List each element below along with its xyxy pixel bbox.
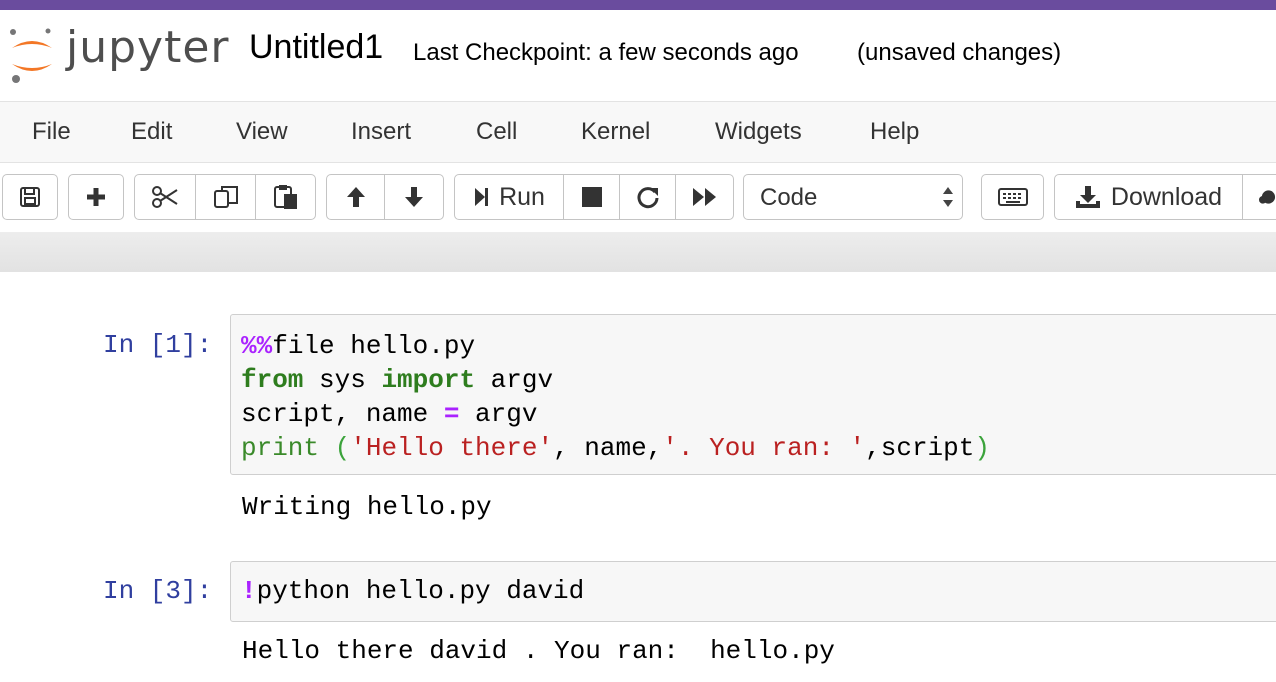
restart-run-all-button[interactable] bbox=[675, 174, 734, 220]
cell-type-select[interactable]: Code bbox=[743, 174, 963, 220]
code-text: python hello.py david bbox=[256, 576, 585, 606]
menu-edit[interactable]: Edit bbox=[131, 118, 172, 146]
move-up-button[interactable] bbox=[326, 174, 385, 220]
save-button[interactable] bbox=[2, 174, 58, 220]
string-token: 'Hello there' bbox=[350, 433, 554, 463]
code-text: script, name bbox=[241, 399, 444, 429]
run-button[interactable]: Run bbox=[454, 174, 564, 220]
run-label: Run bbox=[499, 182, 545, 211]
select-arrows-icon bbox=[943, 187, 953, 207]
operator-token: = bbox=[443, 399, 460, 429]
cloud-button[interactable] bbox=[1242, 174, 1276, 220]
code-text: argv bbox=[475, 365, 554, 395]
menu-widgets[interactable]: Widgets bbox=[715, 118, 802, 146]
menubar: File Edit View Insert Cell Kernel Widget… bbox=[0, 101, 1276, 163]
download-label: Download bbox=[1110, 182, 1223, 211]
checkpoint-status: Last Checkpoint: a few seconds ago bbox=[413, 39, 799, 66]
restart-icon bbox=[637, 187, 658, 209]
code-cell-input[interactable]: %%file hello.py from sys import argv scr… bbox=[230, 314, 1276, 475]
cut-icon bbox=[152, 186, 178, 208]
code-line: script, name = argv bbox=[241, 399, 537, 429]
menu-kernel[interactable]: Kernel bbox=[581, 118, 650, 146]
builtin-token: print bbox=[241, 433, 320, 463]
fast-forward-icon bbox=[692, 188, 716, 206]
cell-type-value: Code bbox=[760, 184, 818, 211]
download-button[interactable]: Download bbox=[1054, 174, 1243, 220]
menu-help[interactable]: Help bbox=[870, 118, 919, 146]
code-text: sys bbox=[303, 365, 382, 395]
magic-token: %% bbox=[241, 331, 273, 361]
arrow-down-icon bbox=[405, 187, 423, 207]
cloud-icon bbox=[1259, 190, 1276, 204]
code-text: , name, bbox=[553, 433, 663, 463]
cell-prompt: In [3]: bbox=[103, 576, 213, 606]
code-text: file hello.py bbox=[272, 331, 476, 361]
copy-icon bbox=[213, 186, 238, 208]
cut-button[interactable] bbox=[134, 174, 196, 220]
jupyter-wordmark[interactable]: jupyter bbox=[66, 22, 230, 73]
menu-view[interactable]: View bbox=[236, 118, 288, 146]
stop-icon bbox=[581, 187, 602, 207]
menu-insert[interactable]: Insert bbox=[351, 118, 411, 146]
header: jupyter Untitled1 Last Checkpoint: a few… bbox=[0, 10, 1276, 100]
cell-output: Writing hello.py bbox=[242, 492, 492, 522]
notebook-title[interactable]: Untitled1 bbox=[249, 28, 383, 67]
jupyter-logo-icon[interactable] bbox=[8, 24, 56, 84]
shell-bang-token: ! bbox=[241, 576, 257, 606]
code-text: ,script bbox=[865, 433, 975, 463]
interrupt-button[interactable] bbox=[563, 174, 620, 220]
code-line: %%file hello.py bbox=[241, 331, 475, 361]
paren-token: ) bbox=[974, 433, 990, 463]
keyboard-icon bbox=[997, 188, 1028, 206]
command-palette-button[interactable] bbox=[981, 174, 1044, 220]
code-line: from sys import argv bbox=[241, 365, 553, 395]
code-cell-input[interactable]: !python hello.py david bbox=[230, 561, 1276, 622]
paste-icon bbox=[273, 185, 297, 209]
menu-file[interactable]: File bbox=[32, 118, 71, 146]
keyword-token: from bbox=[241, 365, 304, 395]
menu-cell[interactable]: Cell bbox=[476, 118, 517, 146]
toolbar: Run Code Download bbox=[0, 163, 1276, 231]
download-icon bbox=[1075, 186, 1100, 208]
step-run-icon bbox=[475, 188, 489, 206]
arrow-up-icon bbox=[346, 187, 365, 207]
paren-token: ( bbox=[334, 433, 351, 463]
code-text: argv bbox=[459, 399, 538, 429]
restart-button[interactable] bbox=[619, 174, 676, 220]
unsaved-changes-status: (unsaved changes) bbox=[857, 39, 1062, 66]
keyword-token: import bbox=[381, 365, 476, 395]
top-accent-strip bbox=[0, 0, 1276, 10]
plus-icon bbox=[87, 188, 105, 206]
header-shadow-band bbox=[0, 232, 1276, 272]
move-down-button[interactable] bbox=[384, 174, 444, 220]
code-line: print ('Hello there', name,'. You ran: '… bbox=[241, 433, 990, 463]
insert-cell-button[interactable] bbox=[68, 174, 124, 220]
string-token: '. You ran: ' bbox=[662, 433, 866, 463]
cell-prompt: In [1]: bbox=[103, 330, 213, 360]
copy-button[interactable] bbox=[195, 174, 256, 220]
paste-button[interactable] bbox=[255, 174, 316, 220]
save-icon bbox=[20, 187, 40, 207]
code-line: !python hello.py david bbox=[241, 576, 584, 606]
cell-output: Hello there david . You ran: hello.py bbox=[242, 636, 835, 666]
